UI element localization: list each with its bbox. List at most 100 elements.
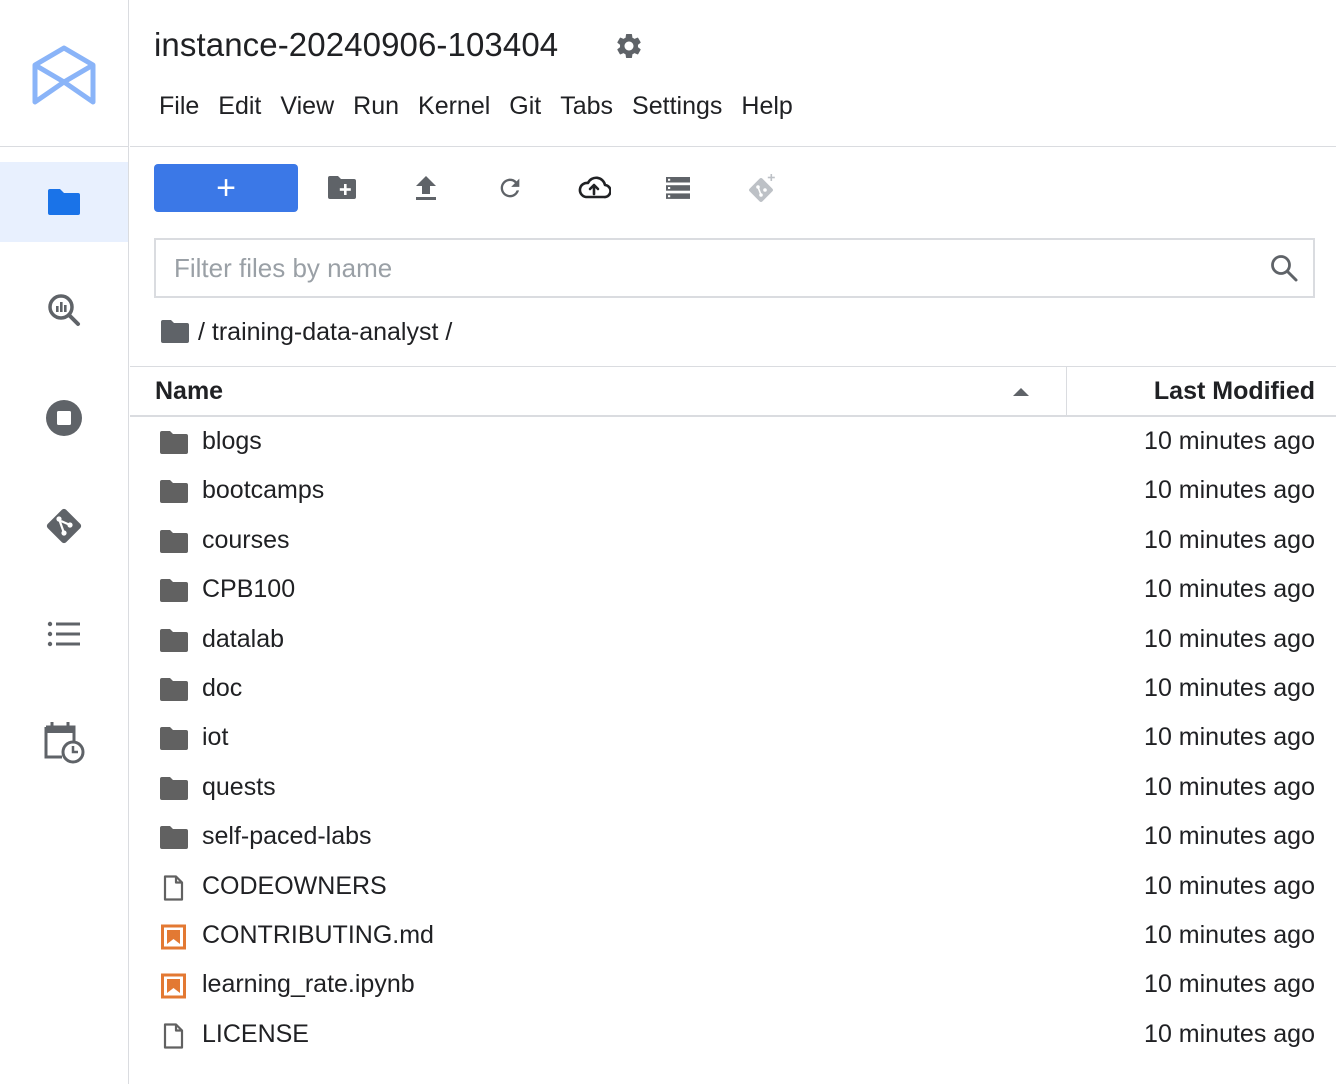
filter-files-input[interactable] — [174, 240, 1254, 296]
file-name: courses — [202, 525, 290, 554]
file-modified: 10 minutes ago — [1144, 525, 1315, 554]
menu-help[interactable]: Help — [732, 90, 801, 123]
list-item[interactable]: bootcamps 10 minutes ago — [130, 467, 1336, 516]
file-list: blogs 10 minutes ago bootcamps 10 minute… — [130, 418, 1336, 1060]
file-modified: 10 minutes ago — [1144, 920, 1315, 949]
file-modified: 10 minutes ago — [1144, 575, 1315, 604]
notebook-icon — [161, 973, 186, 999]
refresh-icon — [500, 178, 520, 198]
file-modified: 10 minutes ago — [1144, 772, 1315, 801]
instance-title: instance-20240906-103404 — [154, 26, 559, 63]
search-icon[interactable] — [1269, 253, 1299, 283]
file-name: datalab — [202, 624, 285, 653]
logo-divider — [0, 146, 129, 147]
file-modified: 10 minutes ago — [1144, 476, 1315, 505]
storage-icon — [666, 177, 690, 199]
cloud-upload-icon — [578, 176, 611, 199]
file-name: iot — [202, 723, 229, 752]
file-name: CONTRIBUTING.md — [202, 920, 434, 949]
breadcrumb: / training-data-analyst / — [160, 314, 452, 350]
new-launcher-button[interactable]: + — [154, 164, 298, 212]
upload-icon — [416, 176, 436, 200]
git-icon — [46, 508, 82, 544]
list-item[interactable]: CONTRIBUTING.md 10 minutes ago — [130, 912, 1336, 961]
file-browser-toolbar: + — [154, 164, 804, 212]
menu-run[interactable]: Run — [344, 90, 408, 123]
file-modified: 10 minutes ago — [1144, 723, 1315, 752]
workbench-logo-icon — [32, 45, 96, 105]
list-item[interactable]: blogs 10 minutes ago — [130, 418, 1336, 467]
list-item[interactable]: LICENSE 10 minutes ago — [130, 1011, 1336, 1060]
data-explorer-icon — [48, 294, 80, 326]
menu-kernel[interactable]: Kernel — [409, 90, 499, 123]
file-name: blogs — [202, 427, 262, 455]
git-clone-icon — [749, 174, 775, 202]
folder-icon — [160, 529, 188, 553]
folder-icon — [160, 677, 188, 701]
file-modified: 10 minutes ago — [1144, 1019, 1315, 1048]
sidebar-item-running[interactable] — [0, 378, 128, 458]
storage-button[interactable] — [636, 164, 720, 212]
sidebar-item-data-explorer[interactable] — [0, 270, 128, 350]
gear-icon[interactable] — [614, 31, 644, 61]
menu-view[interactable]: View — [271, 90, 343, 123]
file-modified: 10 minutes ago — [1144, 624, 1315, 653]
column-last-modified-header[interactable]: Last Modified — [1154, 377, 1315, 406]
list-item[interactable]: learning_rate.ipynb 10 minutes ago — [130, 961, 1336, 1010]
menu-tabs[interactable]: Tabs — [551, 90, 622, 123]
menu-settings[interactable]: Settings — [623, 90, 731, 123]
column-name-header[interactable]: Name — [155, 377, 223, 406]
upload-button[interactable] — [384, 164, 468, 212]
file-browser-icon — [48, 189, 80, 215]
breadcrumb-path[interactable]: / training-data-analyst / — [198, 318, 452, 347]
list-item[interactable]: CODEOWNERS 10 minutes ago — [130, 863, 1336, 912]
new-folder-button[interactable] — [300, 164, 384, 212]
folder-icon — [160, 431, 188, 454]
sidebar-item-git[interactable] — [0, 486, 128, 566]
column-divider[interactable] — [1066, 367, 1067, 416]
cloud-upload-button[interactable] — [552, 164, 636, 212]
file-name: CODEOWNERS — [202, 871, 387, 900]
folder-icon — [160, 628, 188, 652]
list-item[interactable]: iot 10 minutes ago — [130, 714, 1336, 763]
file-name: learning_rate.ipynb — [202, 970, 415, 999]
file-icon — [163, 1023, 184, 1049]
running-terminals-icon — [46, 400, 82, 436]
refresh-button[interactable] — [468, 164, 552, 212]
folder-home-icon[interactable] — [160, 319, 190, 345]
file-name: bootcamps — [202, 476, 325, 505]
list-item[interactable]: doc 10 minutes ago — [130, 665, 1336, 714]
file-name: self-paced-labs — [202, 822, 372, 851]
file-icon — [163, 874, 184, 901]
sidebar-item-table-of-contents[interactable] — [0, 594, 128, 674]
folder-icon — [160, 776, 188, 800]
table-of-contents-icon — [47, 621, 80, 647]
list-item[interactable]: self-paced-labs 10 minutes ago — [130, 813, 1336, 862]
new-folder-icon — [328, 176, 356, 199]
menu-file[interactable]: File — [150, 90, 208, 123]
menu-git[interactable]: Git — [500, 90, 550, 123]
file-name: quests — [202, 772, 276, 801]
file-modified: 10 minutes ago — [1144, 970, 1315, 999]
scheduler-icon — [44, 722, 85, 764]
git-clone-button[interactable] — [720, 164, 804, 212]
list-item[interactable]: CPB100 10 minutes ago — [130, 566, 1336, 615]
folder-icon — [160, 480, 188, 504]
file-modified: 10 minutes ago — [1144, 871, 1315, 900]
file-modified: 10 minutes ago — [1144, 673, 1315, 702]
sidebar-item-scheduler[interactable] — [0, 702, 128, 782]
sort-ascending-icon — [1013, 388, 1029, 396]
file-name: CPB100 — [202, 575, 296, 604]
list-item[interactable]: courses 10 minutes ago — [130, 517, 1336, 566]
file-modified: 10 minutes ago — [1144, 427, 1315, 455]
sidebar-item-file-browser[interactable] — [0, 162, 128, 242]
folder-icon — [160, 579, 188, 603]
list-item[interactable]: quests 10 minutes ago — [130, 764, 1336, 813]
file-modified: 10 minutes ago — [1144, 822, 1315, 851]
file-name: doc — [202, 673, 243, 702]
list-item[interactable]: datalab 10 minutes ago — [130, 616, 1336, 665]
folder-icon — [160, 826, 188, 850]
activity-bar — [0, 0, 129, 1084]
menu-edit[interactable]: Edit — [209, 90, 270, 123]
file-name: LICENSE — [202, 1019, 309, 1048]
